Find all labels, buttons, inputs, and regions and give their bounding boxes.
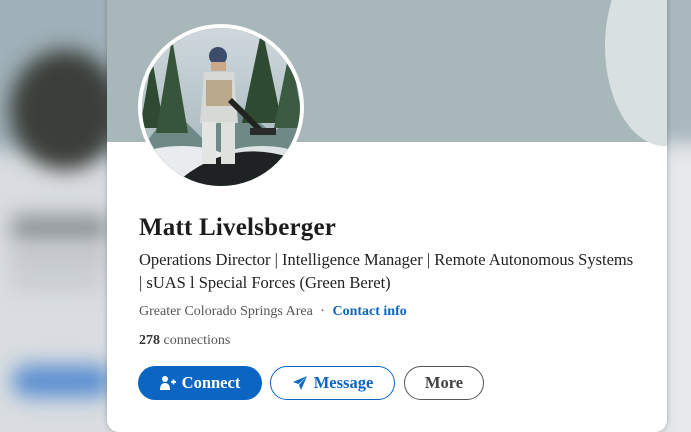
paper-plane-icon	[292, 375, 308, 391]
background-text-left	[12, 252, 107, 266]
profile-card: Matt Livelsberger Operations Director | …	[107, 0, 667, 432]
profile-location: Greater Colorado Springs Area	[139, 304, 313, 319]
profile-photo-image	[142, 28, 300, 186]
more-button[interactable]: More	[404, 366, 484, 400]
connections-line[interactable]: 278 connections	[139, 333, 230, 349]
background-text-left	[12, 215, 107, 241]
background-text-left	[12, 275, 102, 287]
profile-headline: Operations Director | Intelligence Manag…	[139, 250, 634, 292]
background-photo-left	[10, 50, 120, 170]
connections-label: connections	[163, 333, 231, 348]
contact-info-link[interactable]: Contact info	[332, 304, 406, 319]
connections-count: 278	[139, 333, 160, 348]
connect-button[interactable]: Connect	[138, 366, 262, 400]
more-button-label: More	[424, 373, 464, 392]
location-separator: ·	[320, 304, 325, 319]
location-line: Greater Colorado Springs Area · Contact …	[139, 304, 407, 320]
message-button[interactable]: Message	[270, 366, 395, 400]
banner-decoration	[605, 0, 667, 146]
profile-photo[interactable]	[138, 24, 304, 190]
connect-button-label: Connect	[181, 373, 241, 392]
message-button-label: Message	[313, 373, 374, 392]
background-button-left	[12, 365, 112, 397]
person-add-icon	[159, 375, 176, 391]
profile-name: Matt Livelsberger	[139, 214, 337, 241]
